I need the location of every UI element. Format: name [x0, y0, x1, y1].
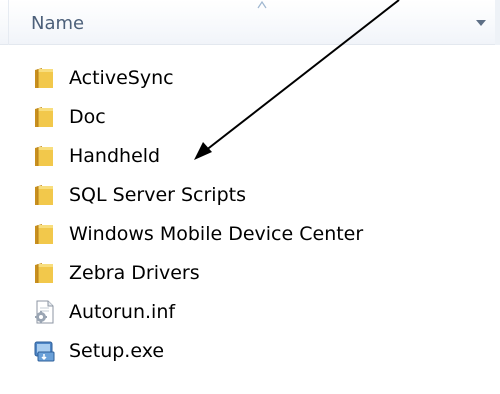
folder-icon — [30, 142, 58, 170]
list-item-setup-exe[interactable]: Setup.exe — [30, 335, 450, 367]
list-item-handheld[interactable]: Handheld — [30, 140, 450, 172]
settings-file-icon — [30, 298, 58, 326]
list-item-label: Zebra Drivers — [69, 262, 200, 284]
sort-indicator-icon — [257, 0, 267, 9]
column-divider — [8, 0, 9, 45]
folder-icon — [30, 181, 58, 209]
list-item-label: ActiveSync — [69, 67, 174, 89]
list-item-label: Windows Mobile Device Center — [69, 223, 364, 245]
folder-icon — [30, 103, 58, 131]
name-column-label[interactable]: Name — [31, 13, 84, 35]
list-item-sql-server-scripts[interactable]: SQL Server Scripts — [30, 179, 450, 211]
list-item-label: Handheld — [69, 145, 161, 167]
list-item-label: Doc — [69, 106, 106, 128]
column-header[interactable]: Name — [0, 0, 500, 45]
list-item-label: Setup.exe — [69, 340, 165, 362]
list-item-windows-mobile-device-center[interactable]: Windows Mobile Device Center — [30, 218, 450, 250]
list-item-activesync[interactable]: ActiveSync — [30, 62, 450, 94]
folder-icon — [30, 220, 58, 248]
list-item-label: Autorun.inf — [69, 301, 176, 323]
list-item-autorun-inf[interactable]: Autorun.inf — [30, 296, 450, 328]
chevron-down-icon[interactable] — [474, 18, 488, 28]
folder-icon — [30, 259, 58, 287]
installer-icon — [30, 337, 58, 365]
header-edge — [495, 0, 500, 45]
folder-icon — [30, 64, 58, 92]
list-item-doc[interactable]: Doc — [30, 101, 450, 133]
list-item-zebra-drivers[interactable]: Zebra Drivers — [30, 257, 450, 289]
list-item-label: SQL Server Scripts — [69, 184, 246, 206]
